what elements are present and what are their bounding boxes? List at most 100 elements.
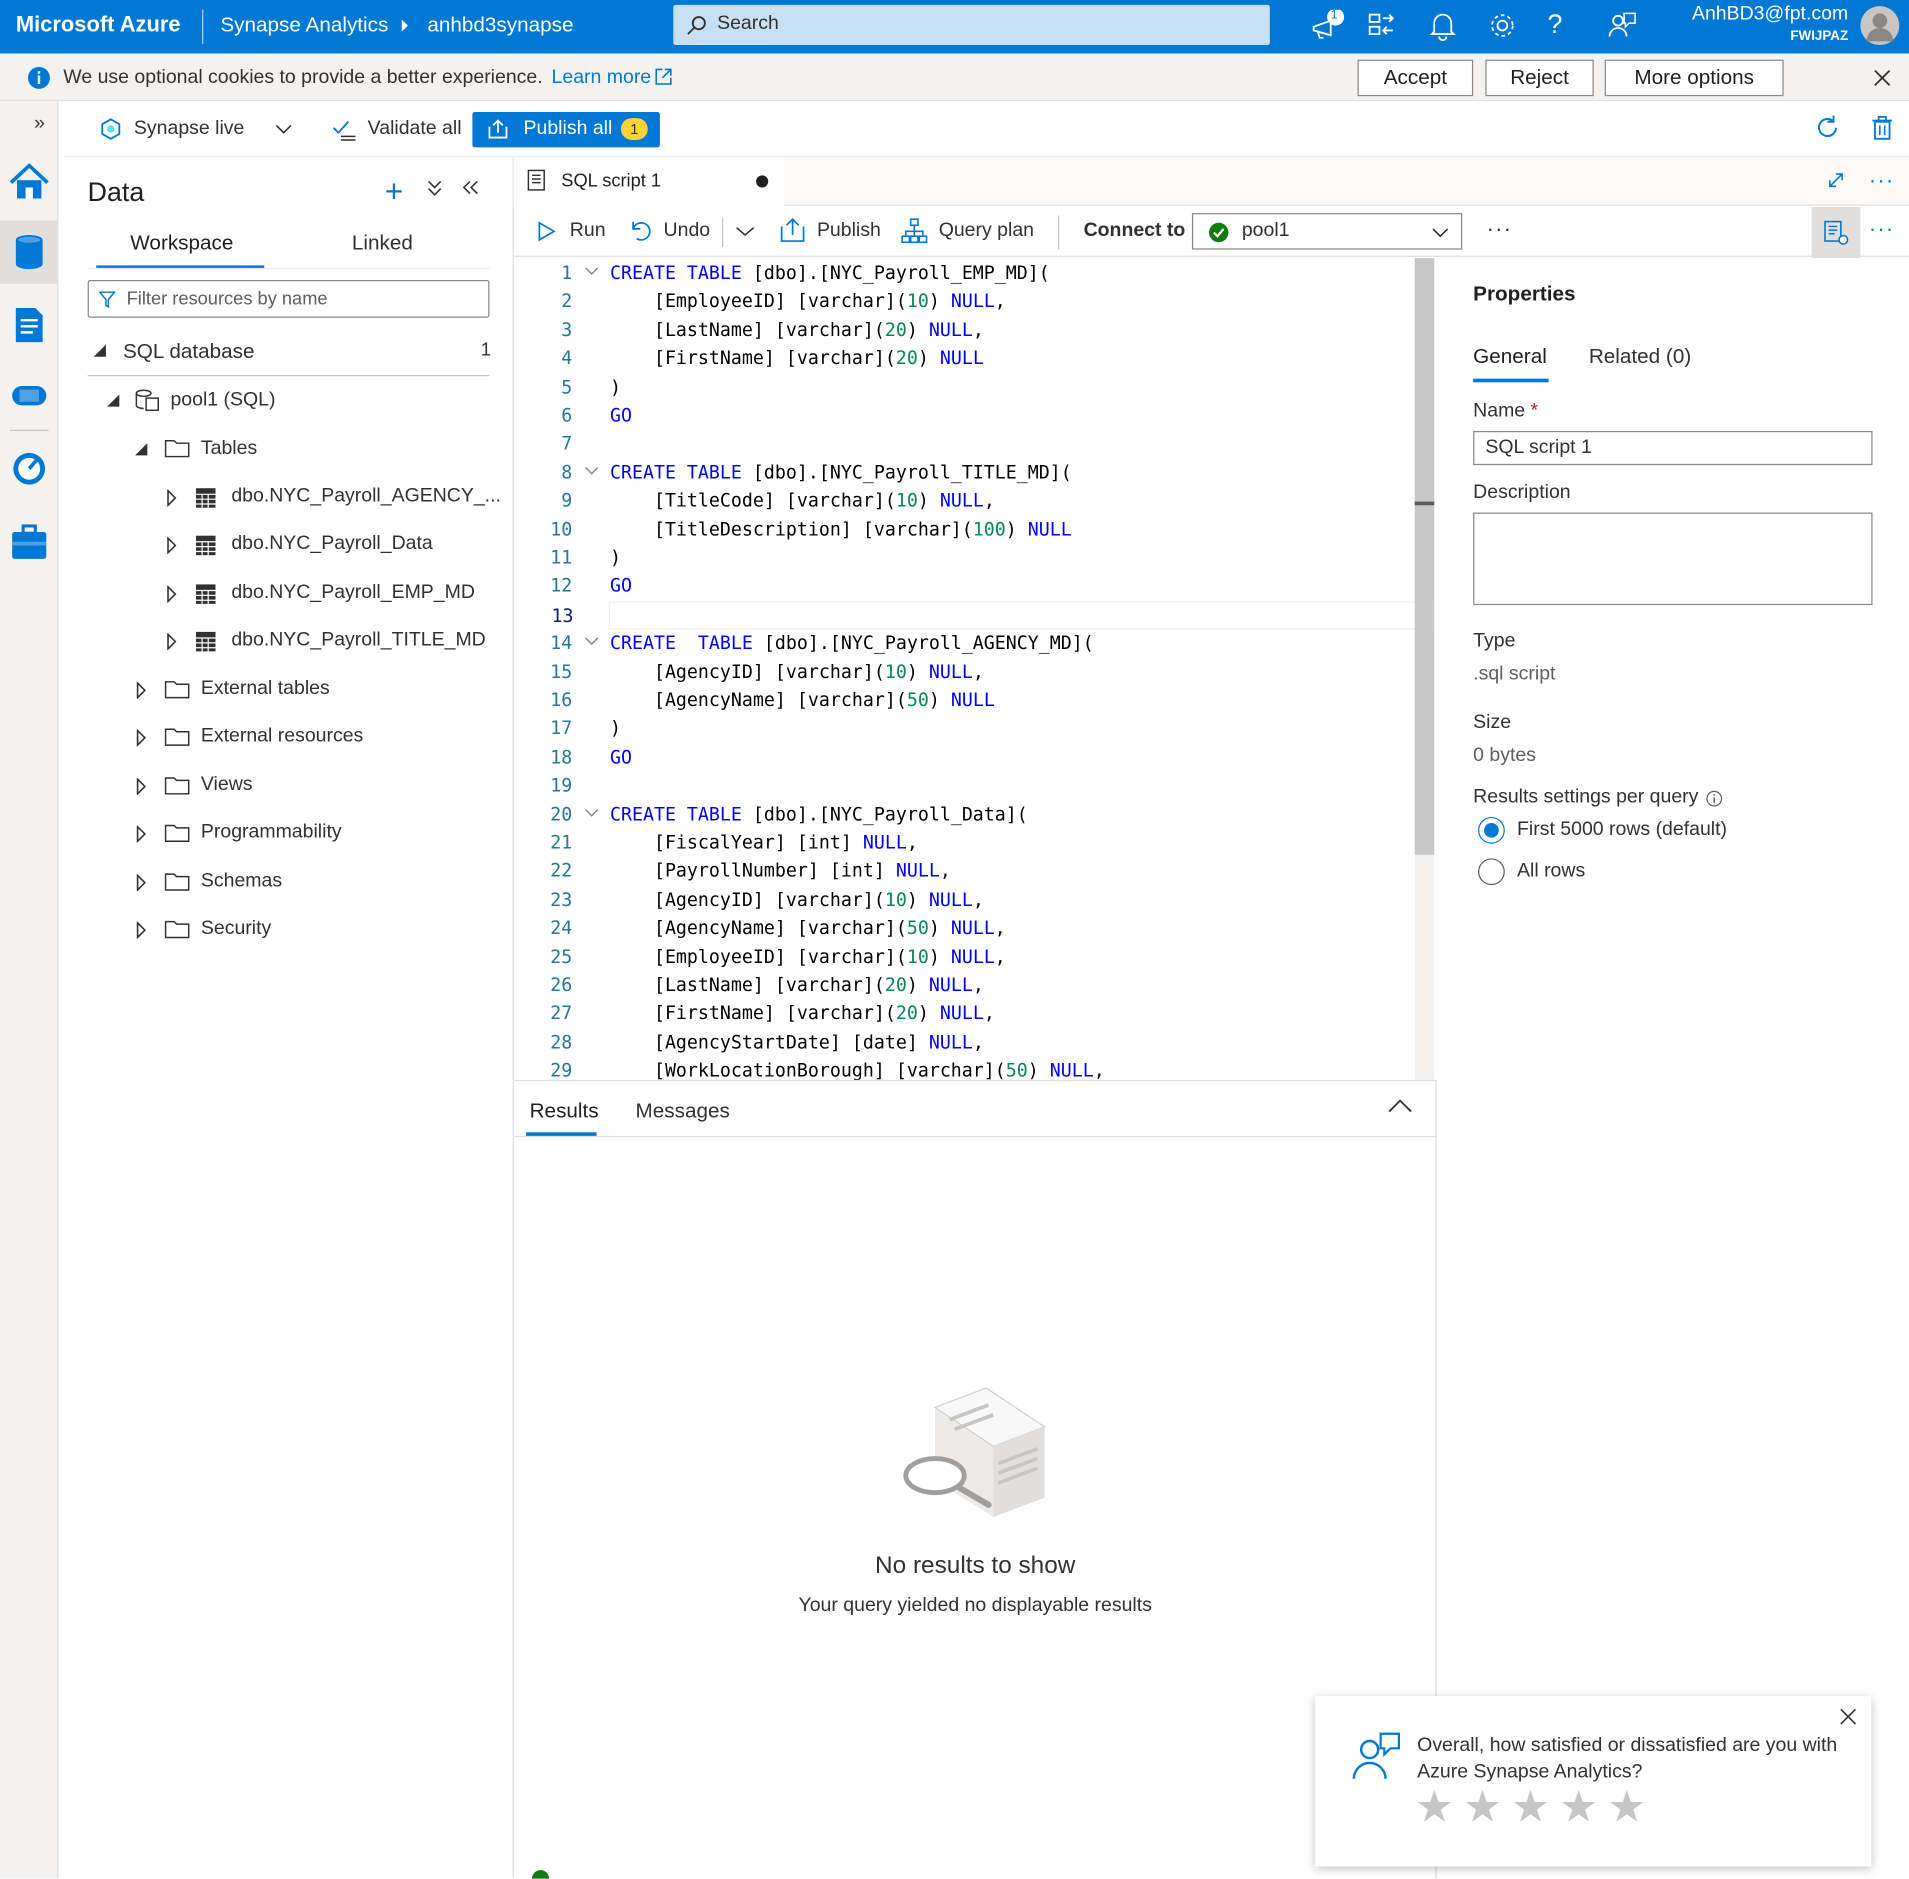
validate-all-button[interactable]: Validate all [368,118,462,140]
fold-chevron-icon[interactable] [584,466,599,476]
tree-tables[interactable]: Tables [201,438,257,460]
option-all-rows[interactable]: All rows [1517,861,1585,883]
tab-sql-script-1[interactable]: SQL script 1 [513,157,785,206]
close-icon[interactable] [1840,1708,1857,1725]
properties-toggle[interactable] [1811,206,1861,259]
expanded-caret-icon[interactable] [93,343,108,358]
collapsed-caret-icon[interactable] [166,489,178,507]
home-icon[interactable] [5,156,54,205]
discard-all-icon[interactable] [1870,114,1894,141]
tree-table-item[interactable]: dbo.NYC_Payroll_TITLE_MD [231,630,485,652]
rating-star-icon[interactable]: ★ [1511,1781,1550,1832]
run-button[interactable]: Run [570,220,606,242]
chevron-down-icon[interactable] [735,225,755,237]
expand-icon[interactable]: » [34,113,45,135]
breadcrumb-synapse[interactable]: Synapse Analytics [220,13,388,37]
chevron-down-icon[interactable] [275,123,292,135]
tab-related[interactable]: Related (0) [1589,345,1691,369]
directory-switch-icon[interactable] [1366,10,1400,44]
accept-button[interactable]: Accept [1357,59,1474,97]
collapsed-caret-icon[interactable] [135,777,147,795]
integrate-icon[interactable] [5,371,54,420]
collapsed-caret-icon[interactable] [166,633,178,651]
breadcrumb-workspace[interactable]: anhbd3synapse [427,13,573,37]
rating-star-icon[interactable]: ★ [1463,1781,1502,1832]
tab-workspace[interactable]: Workspace [130,231,233,255]
monitor-icon[interactable] [5,444,54,493]
collapsed-caret-icon[interactable] [135,921,147,939]
tree-folder-item[interactable]: External tables [201,678,330,700]
radio-first-5000[interactable] [1478,816,1505,844]
gear-icon[interactable] [1487,10,1521,44]
more-options-button[interactable]: More options [1604,59,1784,97]
expanded-caret-icon[interactable] [106,393,121,408]
search-input[interactable]: Search [673,4,1270,46]
tree-table-item[interactable]: dbo.NYC_Payroll_EMP_MD [231,582,475,604]
tree-table-item[interactable]: dbo.NYC_Payroll_Data [231,534,432,556]
editor-scrollbar-thumb[interactable] [1414,258,1435,855]
close-icon[interactable] [1873,68,1892,87]
help-icon[interactable]: ? [1547,9,1581,43]
add-resource-icon[interactable]: + [385,173,403,211]
account-info[interactable]: AnhBD3@fpt.com FWIJPAZ [1692,4,1848,48]
tree-table-item[interactable]: dbo.NYC_Payroll_AGENCY_... [231,486,501,508]
pool-select[interactable]: pool1 [1191,213,1463,250]
query-plan-button[interactable]: Query plan [939,220,1034,242]
name-field[interactable]: SQL script 1 [1473,430,1873,466]
collapse-panel-icon[interactable] [461,178,478,197]
unsaved-dot-icon[interactable] [756,175,769,188]
develop-icon[interactable] [5,301,54,350]
tab-results[interactable]: Results [530,1099,599,1123]
rating-star-icon[interactable]: ★ [1559,1781,1598,1832]
notifications-feedback-icon[interactable]: 1 [1310,9,1345,44]
publish-button[interactable]: Publish [817,220,881,242]
chevron-up-icon[interactable] [1388,1098,1412,1113]
tree-folder-item[interactable]: Programmability [201,822,342,844]
rating-star-icon[interactable]: ★ [1607,1781,1646,1832]
brand-title[interactable]: Microsoft Azure [16,12,181,38]
collapse-all-icon[interactable] [426,178,443,197]
line-number: 5 [561,375,573,398]
tab-general[interactable]: General [1473,345,1547,369]
description-field[interactable] [1473,512,1873,606]
feedback-icon[interactable] [1606,10,1640,44]
maximize-icon[interactable] [1826,170,1845,189]
collapsed-caret-icon[interactable] [135,729,147,747]
tree-folder-item[interactable]: External resources [201,726,363,748]
collapsed-caret-icon[interactable] [166,537,178,555]
collapsed-caret-icon[interactable] [135,681,147,699]
publish-all-button[interactable]: Publish all 1 [472,112,660,148]
avatar[interactable] [1860,6,1900,46]
collapsed-caret-icon[interactable] [135,873,147,891]
info-icon[interactable] [1706,790,1723,807]
tree-pool1[interactable]: pool1 (SQL) [170,390,275,412]
manage-icon[interactable] [5,517,54,566]
tree-folder-item[interactable]: Views [201,774,253,796]
more-icon[interactable]: ··· [1869,168,1895,194]
more-icon[interactable]: ··· [1487,217,1513,243]
fold-chevron-icon[interactable] [584,808,599,818]
filter-input[interactable]: Filter resources by name [87,280,490,318]
learn-more-link[interactable]: Learn more [552,67,652,89]
collapsed-caret-icon[interactable] [135,825,147,843]
more-icon[interactable]: ··· [1869,217,1895,243]
database-icon[interactable] [5,228,54,277]
undo-button[interactable]: Undo [664,220,711,242]
option-first-5000[interactable]: First 5000 rows (default) [1517,819,1727,841]
tab-messages[interactable]: Messages [636,1099,730,1123]
expanded-caret-icon[interactable] [134,442,149,457]
tree-folder-item[interactable]: Schemas [201,870,282,892]
section-sql-database[interactable]: SQL database [123,340,255,364]
tab-linked[interactable]: Linked [352,231,413,255]
fold-chevron-icon[interactable] [584,637,599,647]
bell-icon[interactable] [1427,10,1461,44]
rating-star-icon[interactable]: ★ [1415,1781,1454,1832]
reject-button[interactable]: Reject [1485,59,1594,97]
refresh-icon[interactable] [1814,114,1841,141]
collapsed-caret-icon[interactable] [166,585,178,603]
synapse-live-dropdown[interactable]: Synapse live [134,118,244,140]
radio-all-rows[interactable] [1478,858,1505,886]
code-editor[interactable]: 1 CREATE TABLE [dbo].[NYC_Payroll_EMP_MD]… [514,258,1435,1080]
fold-chevron-icon[interactable] [584,267,599,277]
tree-folder-item[interactable]: Security [201,918,271,940]
